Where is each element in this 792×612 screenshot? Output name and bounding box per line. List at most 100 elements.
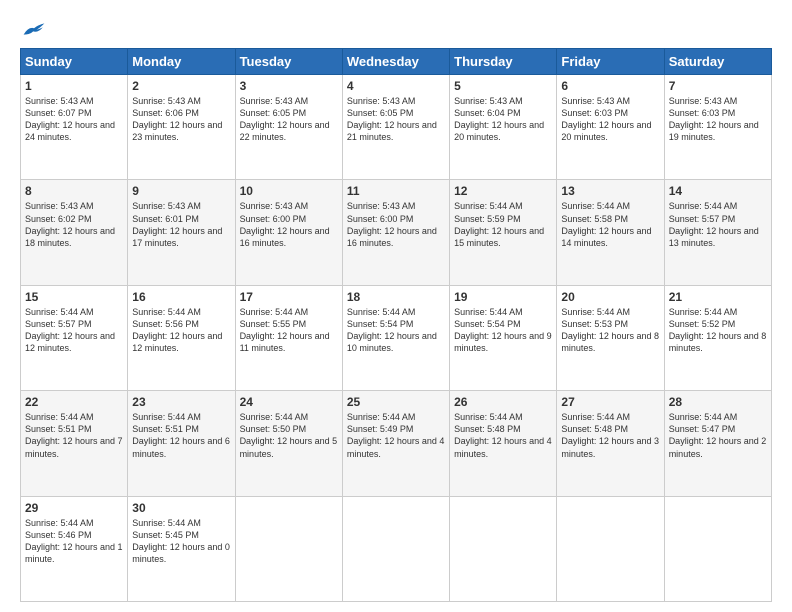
day-header-monday: Monday xyxy=(128,49,235,75)
day-info: Sunrise: 5:44 AM Sunset: 5:57 PM Dayligh… xyxy=(25,306,123,355)
day-number: 2 xyxy=(132,79,230,93)
calendar-cell: 23 Sunrise: 5:44 AM Sunset: 5:51 PM Dayl… xyxy=(128,391,235,496)
calendar-cell xyxy=(342,496,449,601)
day-info: Sunrise: 5:43 AM Sunset: 6:01 PM Dayligh… xyxy=(132,200,230,249)
calendar-cell: 22 Sunrise: 5:44 AM Sunset: 5:51 PM Dayl… xyxy=(21,391,128,496)
day-info: Sunrise: 5:43 AM Sunset: 6:06 PM Dayligh… xyxy=(132,95,230,144)
day-info: Sunrise: 5:43 AM Sunset: 6:07 PM Dayligh… xyxy=(25,95,123,144)
calendar-cell: 15 Sunrise: 5:44 AM Sunset: 5:57 PM Dayl… xyxy=(21,285,128,390)
day-header-wednesday: Wednesday xyxy=(342,49,449,75)
day-info: Sunrise: 5:44 AM Sunset: 5:54 PM Dayligh… xyxy=(454,306,552,355)
calendar-week-5: 29 Sunrise: 5:44 AM Sunset: 5:46 PM Dayl… xyxy=(21,496,772,601)
calendar-cell: 30 Sunrise: 5:44 AM Sunset: 5:45 PM Dayl… xyxy=(128,496,235,601)
day-info: Sunrise: 5:44 AM Sunset: 5:51 PM Dayligh… xyxy=(25,411,123,460)
day-info: Sunrise: 5:43 AM Sunset: 6:03 PM Dayligh… xyxy=(669,95,767,144)
day-number: 28 xyxy=(669,395,767,409)
calendar-cell: 28 Sunrise: 5:44 AM Sunset: 5:47 PM Dayl… xyxy=(664,391,771,496)
day-info: Sunrise: 5:43 AM Sunset: 6:00 PM Dayligh… xyxy=(240,200,338,249)
day-info: Sunrise: 5:44 AM Sunset: 5:57 PM Dayligh… xyxy=(669,200,767,249)
day-number: 17 xyxy=(240,290,338,304)
day-header-tuesday: Tuesday xyxy=(235,49,342,75)
calendar-week-1: 1 Sunrise: 5:43 AM Sunset: 6:07 PM Dayli… xyxy=(21,75,772,180)
day-number: 26 xyxy=(454,395,552,409)
calendar-week-2: 8 Sunrise: 5:43 AM Sunset: 6:02 PM Dayli… xyxy=(21,180,772,285)
logo xyxy=(20,20,46,38)
day-info: Sunrise: 5:43 AM Sunset: 6:03 PM Dayligh… xyxy=(561,95,659,144)
day-number: 24 xyxy=(240,395,338,409)
calendar-table: SundayMondayTuesdayWednesdayThursdayFrid… xyxy=(20,48,772,602)
day-info: Sunrise: 5:44 AM Sunset: 5:55 PM Dayligh… xyxy=(240,306,338,355)
calendar-cell: 7 Sunrise: 5:43 AM Sunset: 6:03 PM Dayli… xyxy=(664,75,771,180)
calendar-week-4: 22 Sunrise: 5:44 AM Sunset: 5:51 PM Dayl… xyxy=(21,391,772,496)
calendar-cell: 11 Sunrise: 5:43 AM Sunset: 6:00 PM Dayl… xyxy=(342,180,449,285)
day-info: Sunrise: 5:43 AM Sunset: 6:00 PM Dayligh… xyxy=(347,200,445,249)
calendar-cell: 9 Sunrise: 5:43 AM Sunset: 6:01 PM Dayli… xyxy=(128,180,235,285)
calendar-cell: 26 Sunrise: 5:44 AM Sunset: 5:48 PM Dayl… xyxy=(450,391,557,496)
day-number: 8 xyxy=(25,184,123,198)
day-number: 30 xyxy=(132,501,230,515)
day-info: Sunrise: 5:44 AM Sunset: 5:49 PM Dayligh… xyxy=(347,411,445,460)
calendar-header-row: SundayMondayTuesdayWednesdayThursdayFrid… xyxy=(21,49,772,75)
calendar-cell xyxy=(664,496,771,601)
day-info: Sunrise: 5:43 AM Sunset: 6:02 PM Dayligh… xyxy=(25,200,123,249)
day-number: 10 xyxy=(240,184,338,198)
day-number: 12 xyxy=(454,184,552,198)
day-info: Sunrise: 5:44 AM Sunset: 5:45 PM Dayligh… xyxy=(132,517,230,566)
calendar-cell: 19 Sunrise: 5:44 AM Sunset: 5:54 PM Dayl… xyxy=(450,285,557,390)
day-info: Sunrise: 5:43 AM Sunset: 6:05 PM Dayligh… xyxy=(347,95,445,144)
calendar-cell: 1 Sunrise: 5:43 AM Sunset: 6:07 PM Dayli… xyxy=(21,75,128,180)
day-number: 23 xyxy=(132,395,230,409)
day-number: 15 xyxy=(25,290,123,304)
day-number: 13 xyxy=(561,184,659,198)
day-header-sunday: Sunday xyxy=(21,49,128,75)
day-number: 16 xyxy=(132,290,230,304)
day-info: Sunrise: 5:44 AM Sunset: 5:50 PM Dayligh… xyxy=(240,411,338,460)
day-number: 5 xyxy=(454,79,552,93)
calendar-cell: 2 Sunrise: 5:43 AM Sunset: 6:06 PM Dayli… xyxy=(128,75,235,180)
calendar-cell: 3 Sunrise: 5:43 AM Sunset: 6:05 PM Dayli… xyxy=(235,75,342,180)
calendar-cell: 27 Sunrise: 5:44 AM Sunset: 5:48 PM Dayl… xyxy=(557,391,664,496)
calendar-cell: 16 Sunrise: 5:44 AM Sunset: 5:56 PM Dayl… xyxy=(128,285,235,390)
calendar-cell: 24 Sunrise: 5:44 AM Sunset: 5:50 PM Dayl… xyxy=(235,391,342,496)
day-number: 4 xyxy=(347,79,445,93)
day-info: Sunrise: 5:43 AM Sunset: 6:04 PM Dayligh… xyxy=(454,95,552,144)
day-info: Sunrise: 5:43 AM Sunset: 6:05 PM Dayligh… xyxy=(240,95,338,144)
calendar-cell: 5 Sunrise: 5:43 AM Sunset: 6:04 PM Dayli… xyxy=(450,75,557,180)
day-info: Sunrise: 5:44 AM Sunset: 5:53 PM Dayligh… xyxy=(561,306,659,355)
day-info: Sunrise: 5:44 AM Sunset: 5:48 PM Dayligh… xyxy=(561,411,659,460)
logo-bird-icon xyxy=(22,20,46,38)
day-info: Sunrise: 5:44 AM Sunset: 5:51 PM Dayligh… xyxy=(132,411,230,460)
day-info: Sunrise: 5:44 AM Sunset: 5:59 PM Dayligh… xyxy=(454,200,552,249)
calendar-cell: 18 Sunrise: 5:44 AM Sunset: 5:54 PM Dayl… xyxy=(342,285,449,390)
day-info: Sunrise: 5:44 AM Sunset: 5:48 PM Dayligh… xyxy=(454,411,552,460)
day-header-saturday: Saturday xyxy=(664,49,771,75)
day-number: 29 xyxy=(25,501,123,515)
day-number: 1 xyxy=(25,79,123,93)
day-number: 18 xyxy=(347,290,445,304)
calendar-cell: 29 Sunrise: 5:44 AM Sunset: 5:46 PM Dayl… xyxy=(21,496,128,601)
calendar-cell xyxy=(450,496,557,601)
day-number: 11 xyxy=(347,184,445,198)
day-number: 22 xyxy=(25,395,123,409)
day-info: Sunrise: 5:44 AM Sunset: 5:54 PM Dayligh… xyxy=(347,306,445,355)
day-info: Sunrise: 5:44 AM Sunset: 5:56 PM Dayligh… xyxy=(132,306,230,355)
calendar-cell: 25 Sunrise: 5:44 AM Sunset: 5:49 PM Dayl… xyxy=(342,391,449,496)
day-info: Sunrise: 5:44 AM Sunset: 5:46 PM Dayligh… xyxy=(25,517,123,566)
day-info: Sunrise: 5:44 AM Sunset: 5:58 PM Dayligh… xyxy=(561,200,659,249)
calendar-cell: 13 Sunrise: 5:44 AM Sunset: 5:58 PM Dayl… xyxy=(557,180,664,285)
day-number: 14 xyxy=(669,184,767,198)
calendar-cell xyxy=(557,496,664,601)
day-number: 19 xyxy=(454,290,552,304)
calendar-cell xyxy=(235,496,342,601)
day-number: 25 xyxy=(347,395,445,409)
calendar-cell: 8 Sunrise: 5:43 AM Sunset: 6:02 PM Dayli… xyxy=(21,180,128,285)
calendar-cell: 10 Sunrise: 5:43 AM Sunset: 6:00 PM Dayl… xyxy=(235,180,342,285)
calendar-cell: 20 Sunrise: 5:44 AM Sunset: 5:53 PM Dayl… xyxy=(557,285,664,390)
day-number: 27 xyxy=(561,395,659,409)
calendar-cell: 21 Sunrise: 5:44 AM Sunset: 5:52 PM Dayl… xyxy=(664,285,771,390)
calendar-cell: 4 Sunrise: 5:43 AM Sunset: 6:05 PM Dayli… xyxy=(342,75,449,180)
calendar-cell: 17 Sunrise: 5:44 AM Sunset: 5:55 PM Dayl… xyxy=(235,285,342,390)
day-number: 6 xyxy=(561,79,659,93)
calendar-cell: 12 Sunrise: 5:44 AM Sunset: 5:59 PM Dayl… xyxy=(450,180,557,285)
page-header xyxy=(20,20,772,38)
